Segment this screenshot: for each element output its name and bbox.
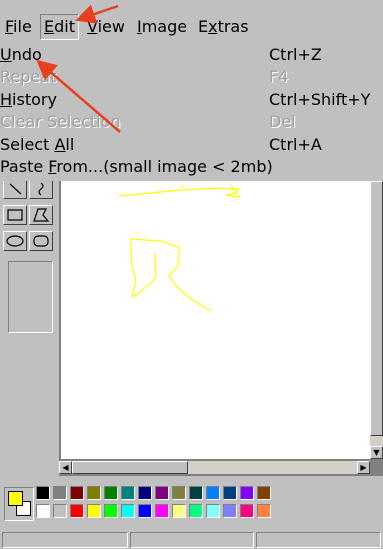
annotation-arrows: [36, 4, 121, 133]
arrow-to-edit-menu: [75, 4, 119, 24]
arrow-to-undo: [36, 59, 121, 133]
